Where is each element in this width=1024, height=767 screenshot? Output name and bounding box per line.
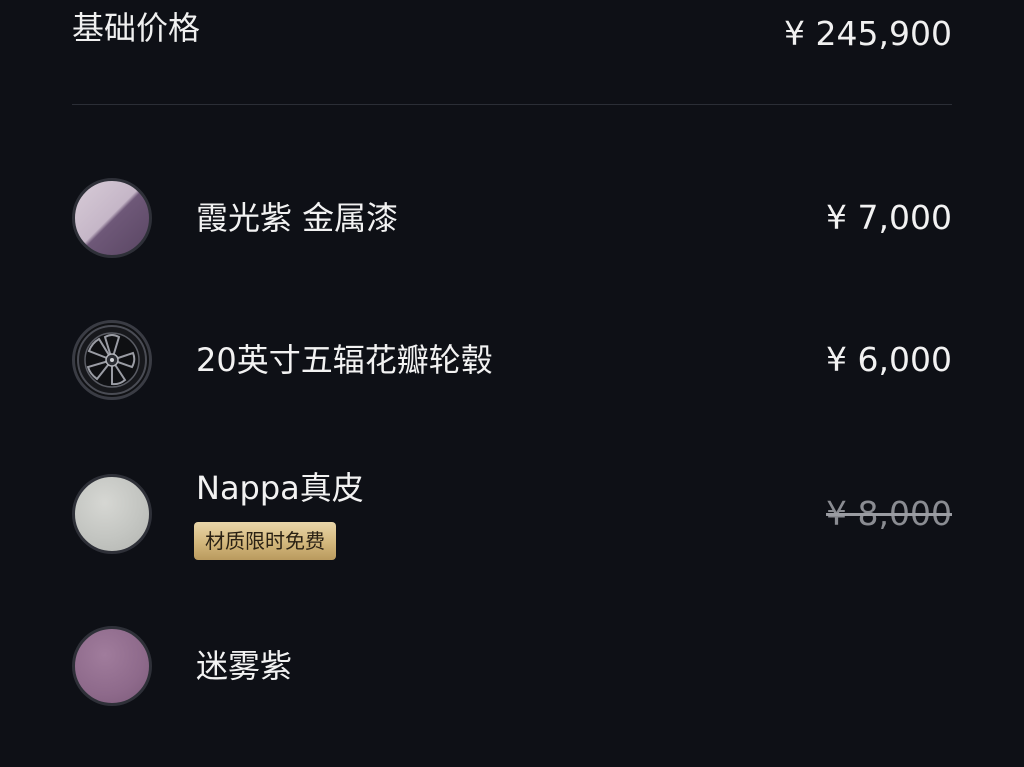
leather-swatch <box>72 474 152 554</box>
option-row-leather[interactable]: Nappa真皮 材质限时免费 ¥ 8,000 <box>72 469 952 560</box>
option-name: 迷雾紫 <box>196 647 293 685</box>
option-name: Nappa真皮 <box>196 469 364 507</box>
option-row-mist-purple[interactable]: 迷雾紫 <box>72 626 952 706</box>
promo-badge: 材质限时免费 <box>194 522 336 560</box>
base-price-row: 基础价格 ¥ 245,900 <box>72 0 952 70</box>
option-row-paint[interactable]: 霞光紫 金属漆 ¥ 7,000 <box>72 178 952 258</box>
option-row-wheel[interactable]: 20英寸五辐花瓣轮毂 ¥ 6,000 <box>72 320 952 400</box>
paint-swatch <box>72 178 152 258</box>
option-price: ¥ 7,000 <box>826 198 952 237</box>
option-name: 霞光紫 金属漆 <box>196 199 399 237</box>
option-name: 20英寸五辐花瓣轮毂 <box>196 341 493 379</box>
wheel-swatch <box>72 320 152 400</box>
option-price: ¥ 6,000 <box>826 340 952 379</box>
mist-purple-swatch <box>72 626 152 706</box>
divider <box>72 104 952 105</box>
wheel-icon <box>77 325 147 395</box>
base-price-label: 基础价格 <box>72 9 201 47</box>
base-price-value: ¥ 245,900 <box>784 14 952 53</box>
option-price-struck: ¥ 8,000 <box>826 494 952 533</box>
